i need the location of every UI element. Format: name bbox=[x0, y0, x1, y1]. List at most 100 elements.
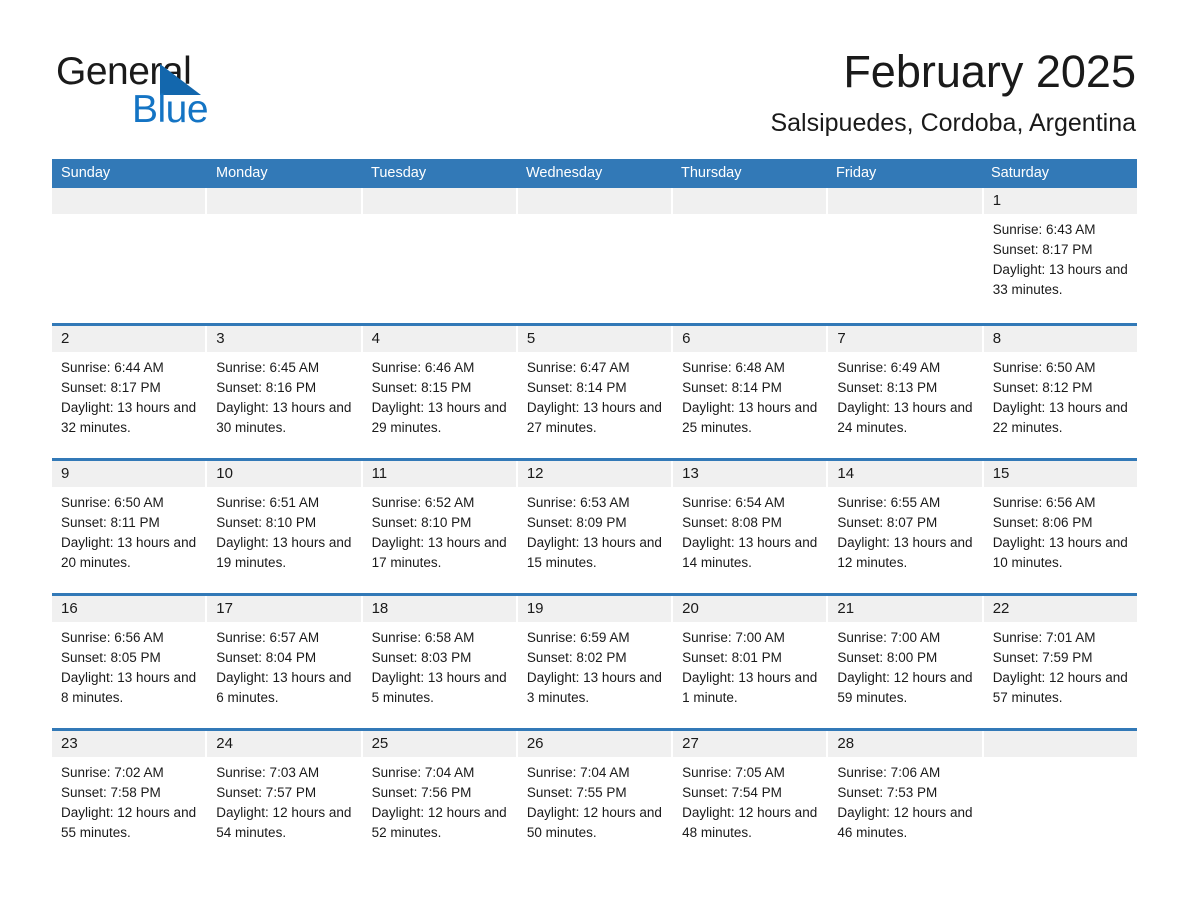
calendar-page: General Blue February 2025 Salsipuedes, … bbox=[0, 0, 1188, 918]
day-number: 21 bbox=[828, 596, 982, 622]
sunset-text: Sunset: 8:00 PM bbox=[837, 650, 938, 665]
sunset-text: Sunset: 8:07 PM bbox=[837, 515, 938, 530]
sunset-text: Sunset: 7:57 PM bbox=[216, 785, 317, 800]
weekday-header-row: Sunday Monday Tuesday Wednesday Thursday… bbox=[52, 159, 1137, 188]
calendar-day-cell[interactable]: 17 Sunrise: 6:57 AM Sunset: 8:04 PM Dayligh… bbox=[207, 596, 363, 728]
day-number: 20 bbox=[673, 596, 827, 622]
calendar-day-cell[interactable]: 10 Sunrise: 6:51 AM Sunset: 8:10 PM Dayligh… bbox=[207, 461, 363, 593]
sunrise-text: Sunrise: 6:57 AM bbox=[216, 630, 320, 645]
calendar-day-cell[interactable]: 25 Sunrise: 7:04 AM Sunset: 7:56 PM Dayligh… bbox=[362, 731, 518, 863]
day-number: 25 bbox=[362, 731, 516, 757]
day-sun-info: Sunrise: 7:04 AM Sunset: 7:56 PM Daylight:… bbox=[363, 757, 516, 843]
calendar-day-cell[interactable]: 6 Sunrise: 6:48 AM Sunset: 8:14 PM Daylight… bbox=[673, 326, 829, 458]
daylight-text: Daylight: 13 hours and 20 minutes. bbox=[61, 535, 197, 570]
daylight-text: Daylight: 13 hours and 17 minutes. bbox=[371, 535, 507, 570]
weekday-header-thursday: Thursday bbox=[681, 165, 742, 181]
sunset-text: Sunset: 8:03 PM bbox=[371, 650, 472, 665]
day-number: 3 bbox=[207, 326, 361, 352]
day-sun-info: Sunrise: 6:45 AM Sunset: 8:16 PM Daylight:… bbox=[207, 352, 360, 438]
calendar-day-cell[interactable]: 22 Sunrise: 7:01 AM Sunset: 7:59 PM Dayligh… bbox=[983, 596, 1137, 728]
calendar-day-cell[interactable]: 20 Sunrise: 7:00 AM Sunset: 8:01 PM Dayligh… bbox=[673, 596, 829, 728]
daylight-text: Daylight: 13 hours and 1 minute. bbox=[682, 670, 818, 705]
calendar-day-cell-empty bbox=[207, 188, 363, 323]
sunrise-text: Sunrise: 7:01 AM bbox=[992, 630, 1096, 645]
calendar-day-cell[interactable]: 24 Sunrise: 7:03 AM Sunset: 7:57 PM Dayligh… bbox=[207, 731, 363, 863]
daylight-text: Daylight: 13 hours and 14 minutes. bbox=[682, 535, 818, 570]
calendar-day-cell[interactable]: 18 Sunrise: 6:58 AM Sunset: 8:03 PM Dayligh… bbox=[362, 596, 518, 728]
calendar-day-cell[interactable]: 27 Sunrise: 7:05 AM Sunset: 7:54 PM Dayligh… bbox=[673, 731, 829, 863]
day-number: 18 bbox=[362, 596, 516, 622]
day-sun-info: Sunrise: 6:50 AM Sunset: 8:11 PM Daylight:… bbox=[52, 487, 205, 573]
day-sun-info: Sunrise: 7:03 AM Sunset: 7:57 PM Daylight:… bbox=[207, 757, 360, 843]
calendar-week-row: 23 Sunrise: 7:02 AM Sunset: 7:58 PM Dayligh… bbox=[52, 728, 1137, 863]
day-number: 13 bbox=[673, 461, 827, 487]
day-sun-info: Sunrise: 7:01 AM Sunset: 7:59 PM Daylight:… bbox=[984, 622, 1137, 708]
daylight-text: Daylight: 13 hours and 30 minutes. bbox=[216, 400, 352, 435]
calendar-weeks: 1 Sunrise: 6:43 AM Sunset: 8:17 PM Daylight… bbox=[52, 188, 1137, 863]
calendar-day-cell[interactable]: 9 Sunrise: 6:50 AM Sunset: 8:11 PM Daylight… bbox=[52, 461, 208, 593]
calendar-day-cell[interactable]: 2 Sunrise: 6:44 AM Sunset: 8:17 PM Daylight… bbox=[52, 326, 208, 458]
sunrise-text: Sunrise: 6:51 AM bbox=[216, 495, 320, 510]
sunrise-text: Sunrise: 7:06 AM bbox=[837, 765, 941, 780]
calendar-day-cell[interactable]: 28 Sunrise: 7:06 AM Sunset: 7:53 PM Dayligh… bbox=[828, 731, 984, 863]
calendar-day-cell[interactable]: 8 Sunrise: 6:50 AM Sunset: 8:12 PM Daylight… bbox=[983, 326, 1137, 458]
daylight-text: Daylight: 12 hours and 46 minutes. bbox=[837, 805, 973, 840]
sunrise-text: Sunrise: 6:44 AM bbox=[61, 360, 164, 375]
day-number: 14 bbox=[828, 461, 982, 487]
calendar-day-cell[interactable]: 3 Sunrise: 6:45 AM Sunset: 8:16 PM Daylight… bbox=[207, 326, 363, 458]
sunset-text: Sunset: 8:13 PM bbox=[837, 380, 938, 395]
sunrise-text: Sunrise: 6:55 AM bbox=[837, 495, 941, 510]
calendar-day-cell[interactable]: 11 Sunrise: 6:52 AM Sunset: 8:10 PM Dayligh… bbox=[362, 461, 518, 593]
sunset-text: Sunset: 8:09 PM bbox=[526, 515, 627, 530]
calendar-day-cell[interactable]: 21 Sunrise: 7:00 AM Sunset: 8:00 PM Dayligh… bbox=[828, 596, 984, 728]
daylight-text: Daylight: 12 hours and 54 minutes. bbox=[216, 805, 352, 840]
sunset-text: Sunset: 7:55 PM bbox=[526, 785, 627, 800]
sunset-text: Sunset: 7:53 PM bbox=[837, 785, 938, 800]
sunrise-text: Sunrise: 6:52 AM bbox=[371, 495, 475, 510]
day-number bbox=[673, 188, 827, 214]
daylight-text: Daylight: 13 hours and 8 minutes. bbox=[61, 670, 197, 705]
day-number: 17 bbox=[207, 596, 361, 622]
day-number: 6 bbox=[673, 326, 827, 352]
calendar-day-cell-empty bbox=[362, 188, 518, 323]
day-number: 19 bbox=[517, 596, 672, 622]
calendar-day-cell[interactable]: 7 Sunrise: 6:49 AM Sunset: 8:13 PM Daylight… bbox=[828, 326, 984, 458]
sunrise-text: Sunrise: 6:59 AM bbox=[526, 630, 630, 645]
calendar-day-cell[interactable]: 19 Sunrise: 6:59 AM Sunset: 8:02 PM Dayligh… bbox=[517, 596, 674, 728]
calendar-week-row: 16 Sunrise: 6:56 AM Sunset: 8:05 PM Dayligh… bbox=[52, 593, 1137, 728]
day-sun-info: Sunrise: 7:05 AM Sunset: 7:54 PM Daylight:… bbox=[673, 757, 826, 843]
day-number: 4 bbox=[362, 326, 516, 352]
calendar-day-cell[interactable]: 12 Sunrise: 6:53 AM Sunset: 8:09 PM Dayligh… bbox=[517, 461, 674, 593]
daylight-text: Daylight: 13 hours and 25 minutes. bbox=[682, 400, 818, 435]
sunset-text: Sunset: 7:54 PM bbox=[682, 785, 782, 800]
calendar-day-cell[interactable]: 26 Sunrise: 7:04 AM Sunset: 7:55 PM Dayligh… bbox=[517, 731, 674, 863]
day-number bbox=[207, 188, 361, 214]
sunset-text: Sunset: 7:58 PM bbox=[61, 785, 161, 800]
calendar-day-cell[interactable]: 1 Sunrise: 6:43 AM Sunset: 8:17 PM Daylight… bbox=[983, 188, 1137, 323]
daylight-text: Daylight: 12 hours and 48 minutes. bbox=[682, 805, 818, 840]
day-number: 10 bbox=[207, 461, 361, 487]
page-title: February 2025 bbox=[843, 46, 1136, 97]
daylight-text: Daylight: 13 hours and 5 minutes. bbox=[371, 670, 507, 705]
day-sun-info: Sunrise: 7:00 AM Sunset: 8:00 PM Daylight:… bbox=[828, 622, 981, 708]
calendar-day-cell[interactable]: 4 Sunrise: 6:46 AM Sunset: 8:15 PM Daylight… bbox=[362, 326, 518, 458]
daylight-text: Daylight: 12 hours and 59 minutes. bbox=[837, 670, 973, 705]
daylight-text: Daylight: 13 hours and 29 minutes. bbox=[371, 400, 507, 435]
day-sun-info: Sunrise: 7:04 AM Sunset: 7:55 PM Daylight:… bbox=[518, 757, 671, 843]
day-number bbox=[828, 188, 982, 214]
weekday-header-sunday: Sunday bbox=[61, 165, 111, 181]
sunset-text: Sunset: 8:10 PM bbox=[371, 515, 472, 530]
calendar-day-cell[interactable]: 5 Sunrise: 6:47 AM Sunset: 8:14 PM Daylight… bbox=[517, 326, 674, 458]
calendar-day-cell[interactable]: 13 Sunrise: 6:54 AM Sunset: 8:08 PM Dayligh… bbox=[673, 461, 829, 593]
calendar-day-cell-empty bbox=[983, 731, 1137, 863]
general-blue-logo[interactable]: General Blue bbox=[56, 50, 376, 136]
day-number: 2 bbox=[52, 326, 206, 352]
calendar-day-cell[interactable]: 16 Sunrise: 6:56 AM Sunset: 8:05 PM Dayligh… bbox=[52, 596, 208, 728]
calendar-day-cell[interactable]: 23 Sunrise: 7:02 AM Sunset: 7:58 PM Dayligh… bbox=[52, 731, 208, 863]
calendar-week-row: 9 Sunrise: 6:50 AM Sunset: 8:11 PM Daylight… bbox=[52, 458, 1137, 593]
day-number: 27 bbox=[673, 731, 827, 757]
calendar-day-cell[interactable]: 15 Sunrise: 6:56 AM Sunset: 8:06 PM Dayligh… bbox=[983, 461, 1137, 593]
sunrise-text: Sunrise: 7:00 AM bbox=[682, 630, 785, 645]
day-number: 7 bbox=[828, 326, 982, 352]
calendar-day-cell[interactable]: 14 Sunrise: 6:55 AM Sunset: 8:07 PM Dayligh… bbox=[828, 461, 984, 593]
